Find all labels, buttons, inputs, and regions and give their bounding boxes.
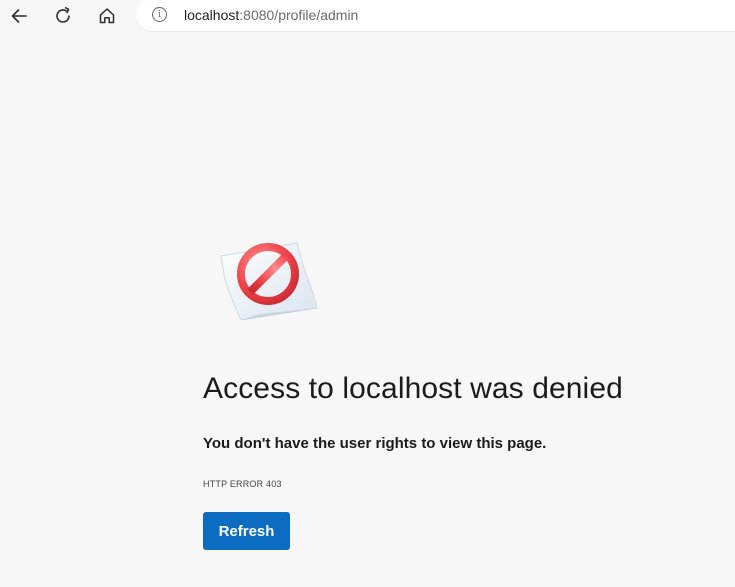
back-button[interactable] [6,3,32,29]
reload-button[interactable] [50,3,76,29]
refresh-button[interactable]: Refresh [203,512,290,550]
url-text[interactable]: localhost:8080/profile/admin [184,7,358,24]
page-title: Access to localhost was denied [203,372,623,405]
address-bar[interactable]: i localhost:8080/profile/admin [136,0,735,31]
url-host: localhost [184,7,240,23]
url-path: :8080/profile/admin [239,7,359,23]
reload-icon [56,7,70,23]
error-code: HTTP ERROR 403 [203,479,282,489]
blocked-sign-icon [220,242,318,321]
back-arrow-icon [11,9,27,23]
browser-toolbar: i localhost:8080/profile/admin [0,0,735,32]
home-icon [99,8,115,24]
info-icon[interactable]: i [152,7,167,22]
home-button[interactable] [94,3,120,29]
error-message: You don't have the user rights to view t… [203,435,547,452]
